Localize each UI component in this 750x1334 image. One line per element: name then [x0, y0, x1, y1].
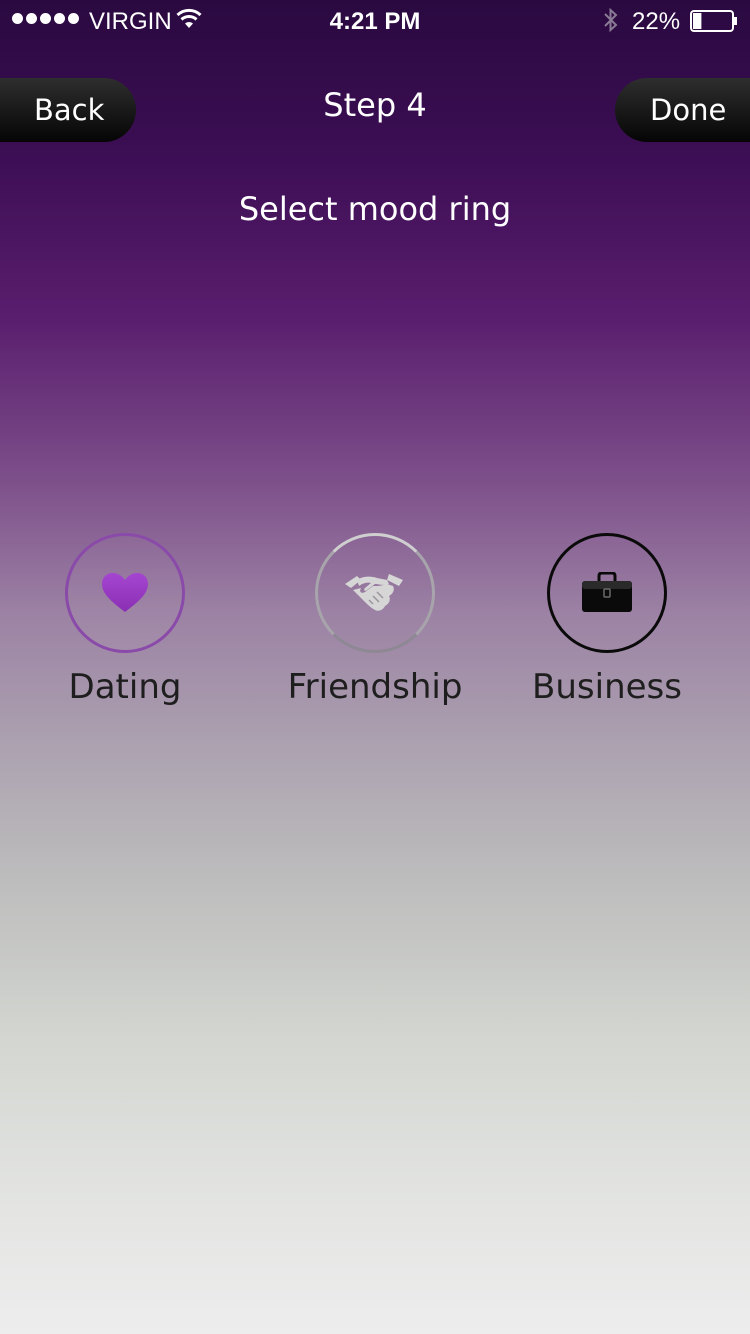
mood-ring-friendship[interactable]: Friendship — [255, 533, 495, 707]
battery-icon — [690, 10, 737, 32]
friendship-label: Friendship — [287, 667, 463, 707]
done-button[interactable]: Done — [615, 78, 750, 142]
mood-ring-dating[interactable]: Dating — [5, 533, 245, 707]
business-label: Business — [532, 667, 682, 707]
done-button-label: Done — [650, 93, 727, 127]
bluetooth-icon — [604, 7, 618, 33]
friendship-ring[interactable] — [315, 533, 435, 653]
status-bar: VIRGIN 4:21 PM 22% — [0, 0, 750, 40]
heart-icon — [102, 573, 148, 612]
mood-ring-business[interactable]: Business — [487, 533, 727, 707]
instruction-text: Select mood ring — [238, 190, 512, 228]
dating-label: Dating — [68, 667, 182, 707]
battery-percent: 22% — [632, 8, 681, 35]
business-ring[interactable] — [547, 533, 667, 653]
handshake-icon — [345, 574, 403, 611]
dating-ring[interactable] — [65, 533, 185, 653]
briefcase-icon — [582, 572, 632, 612]
